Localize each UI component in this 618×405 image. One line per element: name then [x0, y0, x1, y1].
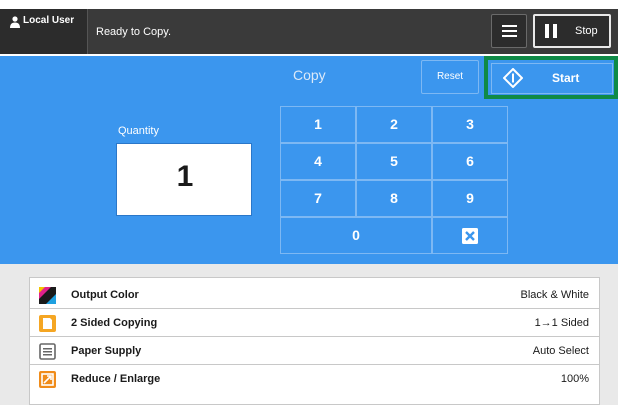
reduce-enlarge-row[interactable]: Reduce / Enlarge 100% [30, 366, 599, 393]
page-title: Copy [293, 67, 326, 83]
reduce-enlarge-icon [39, 371, 56, 388]
menu-button[interactable] [491, 14, 527, 48]
clear-x-icon [462, 228, 478, 244]
key-6[interactable]: 6 [432, 143, 508, 180]
row-label: Reduce / Enlarge [71, 373, 161, 385]
row-label: 2 Sided Copying [71, 317, 158, 329]
stop-button[interactable]: Stop [533, 14, 611, 48]
feature-list: Output Color Black & White 2 Sided Copyi… [29, 277, 600, 405]
key-1[interactable]: 1 [280, 106, 356, 143]
quantity-label: Quantity [118, 125, 159, 137]
key-7[interactable]: 7 [280, 180, 356, 217]
row-label: Paper Supply [71, 345, 142, 357]
status-message: Ready to Copy. [96, 26, 172, 38]
menu-icon [502, 25, 517, 37]
key-5[interactable]: 5 [356, 143, 432, 180]
quantity-value: 1 [176, 160, 194, 193]
row-value: Black & White [520, 289, 589, 301]
numeric-keypad: 1 2 3 4 5 6 7 8 9 0 [280, 106, 512, 258]
row-value: 1→1 Sided [534, 317, 589, 329]
feature-area: Output Color Black & White 2 Sided Copyi… [0, 264, 618, 405]
copy-panel: Copy Reset Start Quantity 1 1 2 3 4 5 6 … [0, 56, 618, 264]
top-bar: Local User Ready to Copy. Stop [0, 0, 618, 56]
stop-label: Stop [575, 25, 598, 37]
local-user-button[interactable]: Local User [0, 9, 88, 54]
diamond-start-icon [503, 68, 523, 88]
row-value: 100% [560, 373, 589, 385]
start-highlight-frame: Start [484, 56, 618, 99]
user-label: Local User [23, 15, 75, 26]
paper-supply-row[interactable]: Paper Supply Auto Select [30, 338, 599, 365]
key-2[interactable]: 2 [356, 106, 432, 143]
key-3[interactable]: 3 [432, 106, 508, 143]
output-color-row[interactable]: Output Color Black & White [30, 282, 599, 309]
quantity-field[interactable]: 1 [116, 143, 252, 216]
key-0[interactable]: 0 [280, 217, 432, 254]
2-sided-copying-row[interactable]: 2 Sided Copying 1→1 Sided [30, 310, 599, 337]
key-4[interactable]: 4 [280, 143, 356, 180]
color-icon [39, 287, 56, 304]
clear-button[interactable] [432, 217, 508, 254]
user-icon [10, 16, 20, 28]
reset-button[interactable]: Reset [421, 60, 479, 94]
duplex-icon [39, 315, 56, 332]
start-button[interactable]: Start [491, 63, 613, 94]
row-label: Output Color [71, 289, 139, 301]
paper-tray-icon [39, 343, 56, 360]
start-label: Start [552, 71, 580, 85]
row-value: Auto Select [532, 345, 589, 357]
key-8[interactable]: 8 [356, 180, 432, 217]
key-9[interactable]: 9 [432, 180, 508, 217]
pause-icon [545, 24, 557, 38]
